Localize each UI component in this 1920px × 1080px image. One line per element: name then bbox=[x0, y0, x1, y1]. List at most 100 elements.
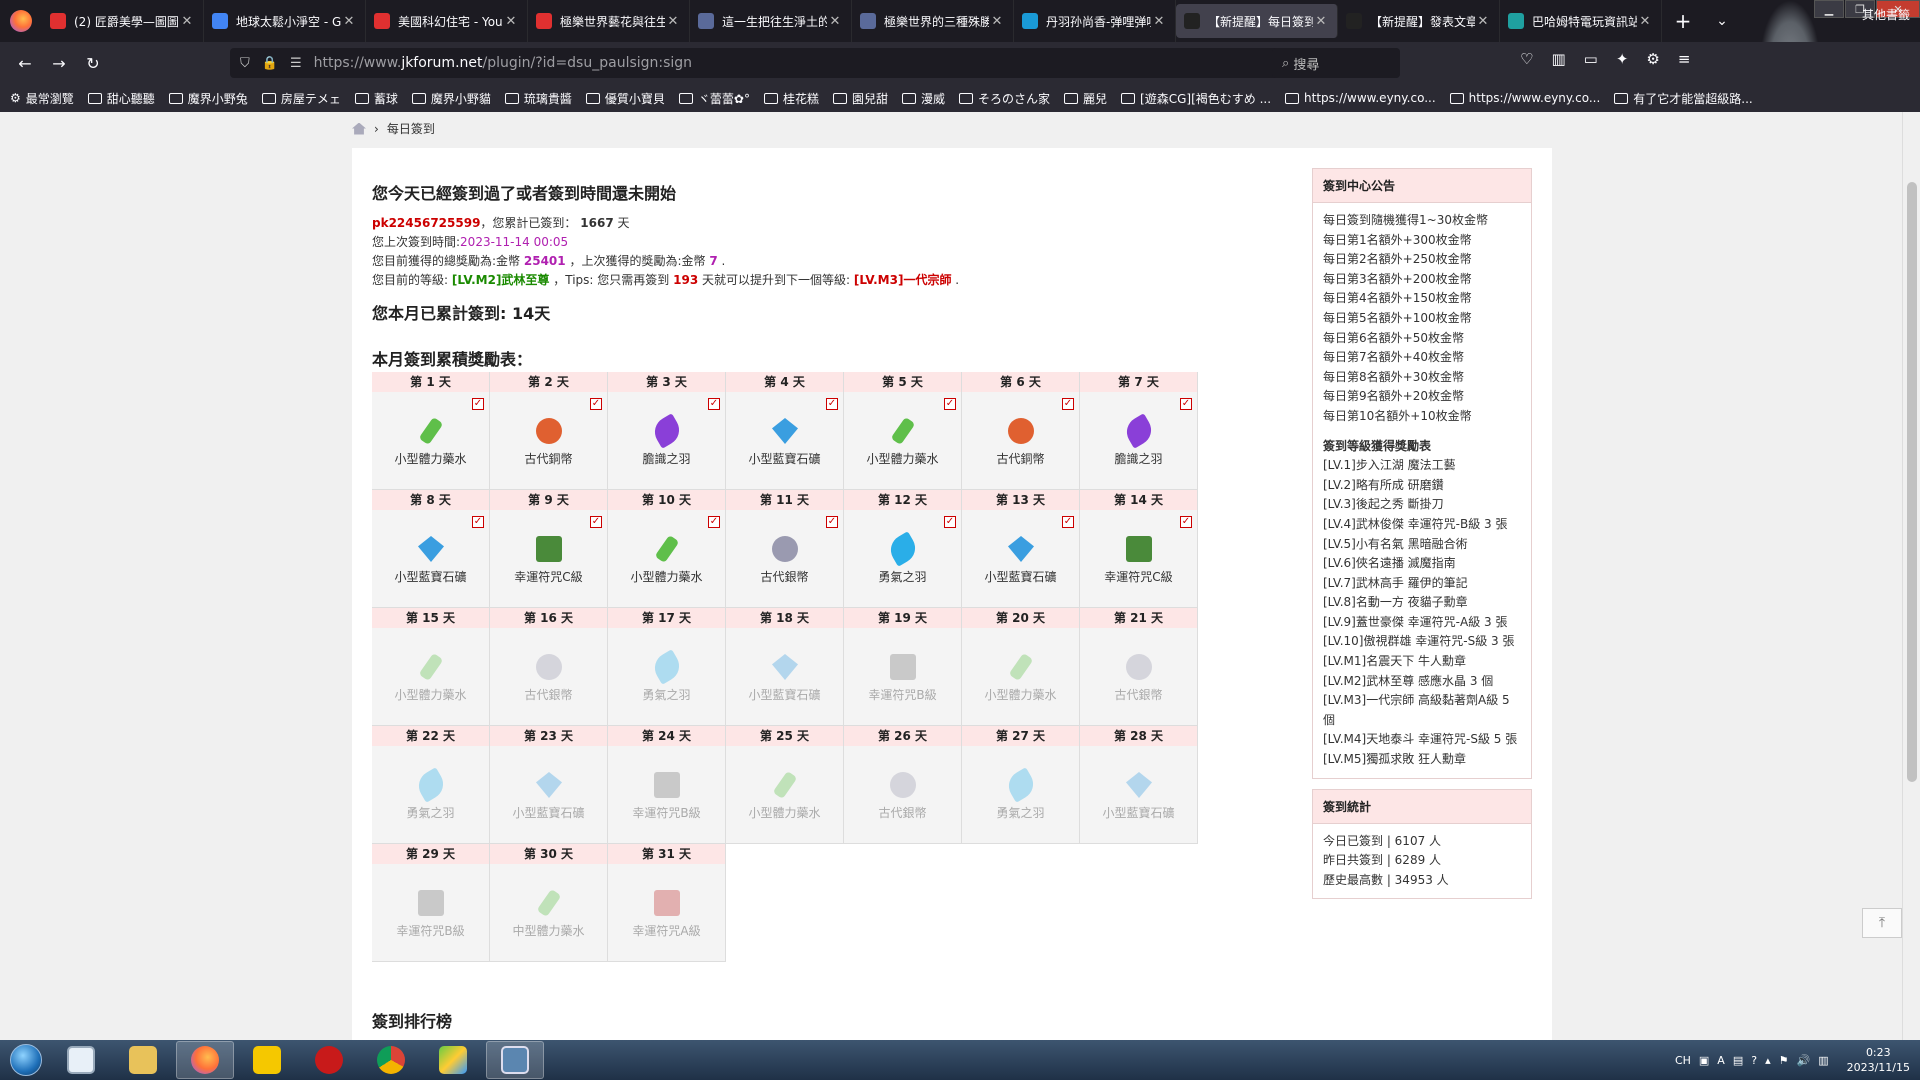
shield-icon[interactable]: ⛉ bbox=[240, 56, 250, 71]
close-tab-icon[interactable]: ✕ bbox=[179, 14, 195, 29]
bookmark-item[interactable]: [遊森CG][褐色むすめ ... bbox=[1121, 90, 1271, 107]
reward-cell: 第 1 天 ✓ 小型體力藥水 bbox=[372, 372, 490, 490]
scrollbar-thumb[interactable] bbox=[1907, 182, 1917, 782]
list-all-tabs-icon[interactable]: ⌄ bbox=[1704, 13, 1740, 29]
volume-icon[interactable]: 🔊 bbox=[1796, 1054, 1810, 1067]
minimize-icon[interactable]: ▁ bbox=[1814, 0, 1844, 18]
language-indicator[interactable]: CH bbox=[1675, 1054, 1691, 1067]
bookmark-item[interactable]: https://www.eyny.co... bbox=[1285, 91, 1436, 105]
pocket-icon[interactable]: ♡ bbox=[1520, 50, 1533, 68]
level-reward-line: [LV.10]傲視群雄 幸運符咒-S級 3 張 bbox=[1323, 634, 1515, 649]
taskbar-garena[interactable] bbox=[300, 1041, 358, 1079]
home-icon[interactable] bbox=[352, 122, 366, 135]
help-icon[interactable]: ? bbox=[1751, 1054, 1757, 1067]
notice-line: 每日第4名額外+150枚金幣 bbox=[1323, 291, 1472, 306]
taskbar-photo-viewer[interactable] bbox=[486, 1041, 544, 1079]
tab-strip: (2) 匠爵美學—圖圖 ✕ 地球太鬆小淨空 - G ✕ 美國科幻住宅 - You ✕ 極樂世… bbox=[42, 0, 1662, 42]
tab-10[interactable]: 巴哈姆特電玩資訊站 ✕ bbox=[1500, 0, 1662, 42]
bookmark-label: 最常瀏覽 bbox=[25, 91, 74, 106]
reward-cell: 第 30 天中型體力藥水 bbox=[490, 844, 608, 962]
tab-7[interactable]: 丹羽孙尚香-弹哩弹哩 ✕ bbox=[1014, 0, 1176, 42]
reward-item-name: 小型藍寶石礦 bbox=[748, 452, 821, 466]
bookmark-item[interactable]: 麗兒 bbox=[1064, 90, 1107, 107]
bookmark-label: https://www.eyny.co... bbox=[1468, 91, 1601, 105]
back-icon[interactable]: ← bbox=[8, 48, 42, 78]
url-text[interactable]: https://www.jkforum.net/plugin/?id=dsu_p… bbox=[314, 55, 1390, 71]
taskbar-potplayer[interactable] bbox=[238, 1041, 296, 1079]
close-tab-icon[interactable]: ✕ bbox=[1151, 14, 1167, 29]
stats-body: 今日已簽到 | 6107 人昨日共簽到 | 6289 人歷史最高數 | 3495… bbox=[1313, 824, 1531, 899]
bookmark-item[interactable]: 園兒甜 bbox=[832, 90, 888, 107]
close-tab-icon[interactable]: ✕ bbox=[1313, 14, 1329, 29]
bookmark-item[interactable]: https://www.eyny.co... bbox=[1449, 91, 1601, 105]
close-tab-icon[interactable]: ✕ bbox=[827, 14, 843, 29]
notice-line: 每日第1名額外+300枚金幣 bbox=[1323, 232, 1472, 247]
taskbar-chrome[interactable] bbox=[362, 1041, 420, 1079]
tab-8[interactable]: 【新提醒】每日簽到 ✕ bbox=[1176, 4, 1338, 38]
library-icon[interactable]: ▥ bbox=[1551, 50, 1565, 68]
font-icon[interactable]: A bbox=[1717, 1054, 1725, 1067]
show-hidden-icon[interactable]: ▴ bbox=[1765, 1054, 1771, 1067]
bookmark-item[interactable]: 有了它才能當超級路... bbox=[1614, 90, 1753, 107]
other-bookmarks-label: 其他書籤 bbox=[1861, 8, 1910, 22]
tab-9[interactable]: 【新提醒】發表文章 ✕ bbox=[1338, 0, 1500, 42]
feather-icon bbox=[1121, 413, 1157, 449]
reward-item-name: 古代銀幣 bbox=[1114, 688, 1163, 702]
close-tab-icon[interactable]: ✕ bbox=[665, 14, 681, 29]
bookmark-item[interactable]: 蓄球 bbox=[354, 90, 398, 107]
checked-icon: ✓ bbox=[1180, 398, 1192, 410]
sidebar-icon[interactable]: ▭ bbox=[1584, 50, 1598, 68]
lock-icon[interactable]: 🔒 bbox=[262, 56, 278, 71]
start-button[interactable] bbox=[0, 1040, 52, 1080]
folder-icon bbox=[1121, 92, 1136, 104]
ime-icon[interactable]: ▣ bbox=[1699, 1054, 1709, 1067]
bookmark-item[interactable]: ⚙ 最常瀏覽 bbox=[10, 90, 74, 107]
username-link[interactable]: pk22456725599 bbox=[372, 216, 480, 230]
forward-icon[interactable]: → bbox=[42, 48, 76, 78]
new-tab-icon[interactable]: + bbox=[1662, 9, 1704, 33]
bookmark-item[interactable]: そろのさん家 bbox=[959, 90, 1050, 107]
tab-favicon-icon bbox=[1346, 13, 1362, 29]
bookmark-item[interactable]: 琉璃貴醬 bbox=[504, 90, 572, 107]
close-tab-icon[interactable]: ✕ bbox=[503, 14, 519, 29]
bookmark-item[interactable]: 魔界小野兔 bbox=[168, 90, 248, 107]
close-tab-icon[interactable]: ✕ bbox=[341, 14, 357, 29]
tab-5[interactable]: 這一生把往生淨土的 ✕ bbox=[690, 0, 852, 42]
close-tab-icon[interactable]: ✕ bbox=[989, 14, 1005, 29]
taskbar-media-player[interactable] bbox=[52, 1041, 110, 1079]
firefox-menu[interactable] bbox=[0, 0, 42, 42]
clock[interactable]: 0:23 2023/11/15 bbox=[1847, 1045, 1910, 1075]
tab-2[interactable]: 地球太鬆小淨空 - G ✕ bbox=[204, 0, 366, 42]
extensions-icon[interactable]: ⚙ bbox=[1646, 50, 1659, 68]
bookmark-item[interactable]: 魔界小野貓 bbox=[411, 90, 491, 107]
stats-box: 簽到統計 今日已簽到 | 6107 人昨日共簽到 | 6289 人歷史最高數 |… bbox=[1312, 788, 1532, 900]
close-tab-icon[interactable]: ✕ bbox=[1475, 14, 1491, 29]
other-bookmarks[interactable]: 其他書籤 bbox=[1862, 6, 1910, 23]
bookmark-item[interactable]: 桂花糕 bbox=[763, 90, 819, 107]
reward-day: 第 31 天 bbox=[608, 844, 725, 864]
tab-1[interactable]: (2) 匠爵美學—圖圖 ✕ bbox=[42, 0, 204, 42]
back-to-top-icon[interactable]: ⤒ bbox=[1862, 908, 1902, 938]
tab-4[interactable]: 極樂世界藝花與往生 ✕ bbox=[528, 0, 690, 42]
permissions-icon[interactable]: ☰ bbox=[290, 56, 302, 71]
taskbar-firefox[interactable] bbox=[176, 1041, 234, 1079]
search-input[interactable]: ⌕ 搜尋 bbox=[1272, 48, 1400, 78]
bookmark-item[interactable]: 房屋テメェ bbox=[261, 90, 341, 107]
extension-icon[interactable]: ✦ bbox=[1616, 50, 1629, 68]
tray-icon-1[interactable]: ▤ bbox=[1733, 1054, 1743, 1067]
bookmark-item[interactable]: 優質小寶貝 bbox=[585, 90, 665, 107]
bookmark-item[interactable]: ヾ蕾蕾✿° bbox=[678, 90, 750, 107]
tab-6[interactable]: 極樂世界的三種殊勝 ✕ bbox=[852, 0, 1014, 42]
bookmark-item[interactable]: 漫威 bbox=[901, 90, 945, 107]
page-scrollbar[interactable] bbox=[1902, 112, 1920, 1040]
network-flag-icon[interactable]: ⚑ bbox=[1779, 1054, 1789, 1067]
bookmark-item[interactable]: 甜心聽聽 bbox=[87, 90, 155, 107]
menu-icon[interactable]: ≡ bbox=[1678, 50, 1691, 68]
taskbar-explorer[interactable] bbox=[114, 1041, 172, 1079]
network-icon[interactable]: ▥ bbox=[1818, 1054, 1828, 1067]
url-bar[interactable]: ⛉ 🔒 ☰ https://www.jkforum.net/plugin/?id… bbox=[230, 48, 1400, 78]
reload-icon[interactable]: ↻ bbox=[76, 48, 110, 78]
tab-3[interactable]: 美國科幻住宅 - You ✕ bbox=[366, 0, 528, 42]
close-tab-icon[interactable]: ✕ bbox=[1637, 14, 1653, 29]
taskbar-app-box[interactable] bbox=[424, 1041, 482, 1079]
